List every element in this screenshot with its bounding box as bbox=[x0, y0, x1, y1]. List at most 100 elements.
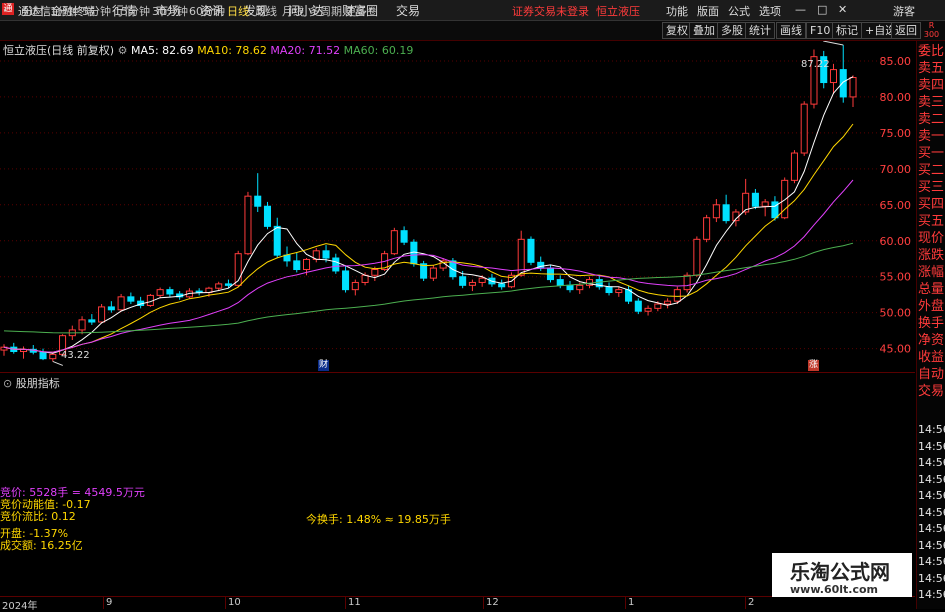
trade-login-notice[interactable]: 证券交易未登录 恒立液压 bbox=[512, 3, 640, 19]
candle-body bbox=[634, 300, 642, 312]
candle-body bbox=[371, 269, 379, 276]
period-more[interactable]: 更多 bbox=[345, 3, 367, 19]
side-panel-item[interactable]: 买五 bbox=[918, 213, 945, 230]
button-restore-rights[interactable]: 复权 bbox=[662, 22, 692, 39]
more-chevron-icon[interactable]: › bbox=[368, 3, 372, 16]
price-tick-indicator: R 300 bbox=[923, 21, 940, 39]
period-1min[interactable]: 1分钟 bbox=[50, 3, 79, 19]
candle-body bbox=[254, 195, 262, 207]
side-panel-item[interactable]: 14:56 bbox=[918, 520, 945, 537]
menu-formula[interactable]: 公式 bbox=[728, 3, 750, 19]
side-panel-item[interactable]: 自动 bbox=[918, 366, 945, 383]
side-panel-item[interactable]: 卖三 bbox=[918, 94, 945, 111]
side-panel-item[interactable]: 14:56 bbox=[918, 586, 945, 603]
minimize-icon[interactable]: — bbox=[795, 3, 806, 16]
y-tick-label: 65.00 bbox=[880, 199, 912, 212]
side-panel-item[interactable]: 现价 bbox=[918, 230, 945, 247]
button-mark[interactable]: 标记 bbox=[832, 22, 862, 39]
candle-body bbox=[224, 283, 232, 286]
side-panel-item[interactable]: 14:56 bbox=[918, 454, 945, 471]
menu-options[interactable]: 选项 bbox=[759, 3, 781, 19]
candle-body bbox=[78, 319, 86, 331]
watermark-url: www.60lt.com bbox=[790, 583, 879, 596]
period-30min[interactable]: 30分钟 bbox=[152, 3, 188, 19]
menu-layout[interactable]: 版面 bbox=[697, 3, 719, 19]
period-multi[interactable]: 多周期 bbox=[309, 3, 342, 19]
maximize-icon[interactable]: □ bbox=[817, 3, 827, 16]
period-weekly[interactable]: 周线 bbox=[255, 3, 277, 19]
candle-body bbox=[664, 300, 672, 305]
side-panel-item[interactable]: 买四 bbox=[918, 196, 945, 213]
button-statistics[interactable]: 统计 bbox=[745, 22, 775, 39]
period-5min[interactable]: 5分钟 bbox=[82, 3, 111, 19]
side-panel-item[interactable]: 换手 bbox=[918, 315, 945, 332]
side-panel-item[interactable]: 14:56 bbox=[918, 504, 945, 521]
side-panel-item[interactable]: 买一 bbox=[918, 145, 945, 162]
candle-body bbox=[478, 277, 486, 283]
toolbar-collapse-icon[interactable]: ‹ bbox=[3, 3, 7, 16]
side-panel-item[interactable]: 14:56 bbox=[918, 553, 945, 570]
side-panel-item[interactable]: 14:56 bbox=[918, 487, 945, 504]
xaxis-tick bbox=[345, 596, 346, 609]
candle-body bbox=[712, 204, 720, 219]
side-panel-item[interactable]: 卖一 bbox=[918, 128, 945, 145]
xaxis-label-oct: 10 bbox=[228, 597, 241, 608]
candle-body bbox=[605, 286, 613, 294]
close-icon[interactable]: ✕ bbox=[838, 3, 847, 16]
button-multi-stock[interactable]: 多股 bbox=[717, 22, 747, 39]
candle-body bbox=[683, 274, 691, 291]
side-panel-item[interactable]: 买三 bbox=[918, 179, 945, 196]
side-panel-item[interactable]: 14:56 bbox=[918, 570, 945, 587]
side-panel-item[interactable]: 涨跌 bbox=[918, 247, 945, 264]
side-panel-item[interactable]: 14:56 bbox=[918, 438, 945, 455]
side-panel-item[interactable]: 卖四 bbox=[918, 77, 945, 94]
menu-functions[interactable]: 功能 bbox=[666, 3, 688, 19]
period-timeshare[interactable]: 分时 bbox=[22, 3, 44, 19]
candle-body bbox=[459, 276, 467, 286]
side-panel-item[interactable]: 委比 bbox=[918, 43, 945, 60]
side-panel-item[interactable]: 涨幅 bbox=[918, 264, 945, 281]
side-panel-item[interactable]: 14:56 bbox=[918, 471, 945, 488]
finance-marker[interactable]: 财 bbox=[318, 360, 329, 371]
candle-body bbox=[293, 260, 301, 271]
side-panel-item[interactable]: 交易 bbox=[918, 383, 945, 400]
side-panel-item[interactable]: 14:56 bbox=[918, 537, 945, 554]
candle-body bbox=[556, 279, 564, 286]
button-f10[interactable]: F10 bbox=[806, 22, 835, 39]
period-monthly[interactable]: 月线 bbox=[282, 3, 304, 19]
period-60min[interactable]: 60分钟 bbox=[189, 3, 225, 19]
xaxis-label-2024: 2024年 bbox=[2, 601, 38, 612]
candle-body bbox=[39, 351, 47, 360]
candles bbox=[0, 45, 857, 362]
candle-body bbox=[751, 192, 759, 207]
candle-body bbox=[849, 77, 857, 98]
candle-body bbox=[566, 284, 574, 291]
candle-body bbox=[49, 353, 57, 360]
button-draw-line[interactable]: 画线 bbox=[776, 22, 806, 39]
side-panel-item[interactable]: 外盘 bbox=[918, 298, 945, 315]
ma60-line bbox=[3, 242, 854, 334]
limit-up-marker[interactable]: 涨 bbox=[808, 360, 819, 371]
candle-body bbox=[322, 250, 330, 259]
button-back[interactable]: 返回 bbox=[891, 22, 921, 39]
xaxis-label-nov: 11 bbox=[348, 597, 361, 608]
candle-body bbox=[498, 283, 506, 288]
side-panel-item[interactable]: 买二 bbox=[918, 162, 945, 179]
side-panel-item[interactable]: 14:56 bbox=[918, 421, 945, 438]
candle-body bbox=[215, 283, 223, 289]
user-label[interactable]: 游客 bbox=[893, 3, 915, 19]
menu-trade[interactable]: 交易 bbox=[396, 2, 420, 19]
side-panel-item[interactable]: 收益 bbox=[918, 349, 945, 366]
indicator-toggle-icon[interactable]: ⊙ bbox=[3, 377, 12, 390]
button-overlay[interactable]: 叠加 bbox=[689, 22, 719, 39]
side-panel-item[interactable]: 卖二 bbox=[918, 111, 945, 128]
candlestick-chart[interactable]: 45.00 50.00 55.00 60.00 65.00 70.00 75.00 80.00… bbox=[0, 41, 915, 371]
side-panel-item[interactable]: 总量 bbox=[918, 281, 945, 298]
side-panel-item[interactable]: 净资 bbox=[918, 332, 945, 349]
candle-body bbox=[332, 257, 340, 272]
side-panel-item[interactable]: 卖五 bbox=[918, 60, 945, 77]
period-daily[interactable]: 日线 bbox=[227, 3, 249, 19]
candle-body bbox=[839, 69, 847, 98]
period-15min[interactable]: 15分钟 bbox=[114, 3, 150, 19]
xaxis-label-feb: 2 bbox=[748, 597, 755, 608]
